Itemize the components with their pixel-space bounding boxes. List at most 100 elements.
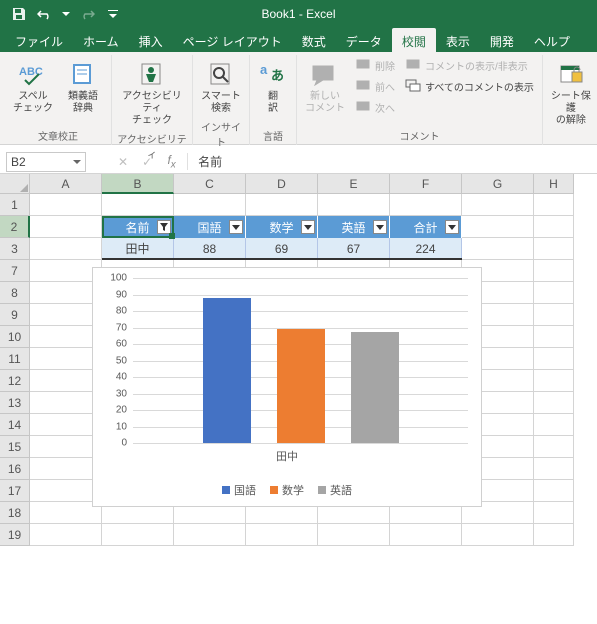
tab-pagelayout[interactable]: ページ レイアウト <box>173 28 292 52</box>
cell[interactable] <box>30 238 102 260</box>
tab-home[interactable]: ホーム <box>73 28 129 52</box>
row-header[interactable]: 7 <box>0 260 30 282</box>
col-header-a[interactable]: A <box>30 174 102 194</box>
row-header[interactable]: 8 <box>0 282 30 304</box>
cell[interactable] <box>174 524 246 546</box>
cell[interactable] <box>534 216 574 238</box>
filter-dropdown-icon[interactable] <box>373 220 387 234</box>
cell[interactable] <box>534 502 574 524</box>
unprotect-sheet-button[interactable]: シート保護 の解除 <box>547 55 595 129</box>
name-box[interactable]: B2 <box>6 152 86 172</box>
tab-view[interactable]: 表示 <box>436 28 480 52</box>
cell[interactable] <box>534 458 574 480</box>
tab-review[interactable]: 校閲 <box>392 28 436 52</box>
tab-insert[interactable]: 挿入 <box>129 28 173 52</box>
row-header[interactable]: 3 <box>0 238 30 260</box>
smart-lookup-button[interactable]: スマート 検索 <box>197 55 245 117</box>
filter-dropdown-icon[interactable] <box>229 220 243 234</box>
cell[interactable] <box>534 194 574 216</box>
tab-formulas[interactable]: 数式 <box>292 28 336 52</box>
cell[interactable] <box>534 370 574 392</box>
filter-icon[interactable] <box>157 220 171 234</box>
tab-help[interactable]: ヘルプ <box>524 28 580 52</box>
row-header[interactable]: 11 <box>0 348 30 370</box>
row-header[interactable]: 14 <box>0 414 30 436</box>
cell[interactable] <box>30 524 102 546</box>
cell[interactable] <box>534 524 574 546</box>
row-header[interactable]: 2 <box>0 216 30 238</box>
table-header[interactable]: 名前 <box>102 216 174 238</box>
tab-data[interactable]: データ <box>336 28 392 52</box>
row-header[interactable]: 16 <box>0 458 30 480</box>
col-header-g[interactable]: G <box>462 174 534 194</box>
undo-icon[interactable] <box>36 5 54 23</box>
row-header[interactable]: 9 <box>0 304 30 326</box>
qat-customize-icon[interactable] <box>104 5 122 23</box>
formula-input[interactable]: 名前 <box>188 153 597 170</box>
col-header-f[interactable]: F <box>390 174 462 194</box>
show-all-comments-button[interactable]: すべてのコメントの表示 <box>401 76 538 96</box>
accessibility-button[interactable]: アクセシビリティ チェック <box>116 55 188 129</box>
cell[interactable] <box>534 238 574 260</box>
cell[interactable] <box>390 524 462 546</box>
cell[interactable] <box>390 194 462 216</box>
table-header[interactable]: 数学 <box>246 216 318 238</box>
cell[interactable] <box>462 194 534 216</box>
cell[interactable] <box>246 194 318 216</box>
col-header-h[interactable]: H <box>534 174 574 194</box>
undo-dropdown-icon[interactable] <box>62 5 70 23</box>
legend-item: 国語 <box>222 482 256 498</box>
namebox-dropdown-icon[interactable] <box>73 158 81 166</box>
cell[interactable] <box>102 524 174 546</box>
cell[interactable] <box>462 524 534 546</box>
col-header-c[interactable]: C <box>174 174 246 194</box>
table-row[interactable]: 田中 88 69 67 224 <box>102 238 462 260</box>
tab-developer[interactable]: 開発 <box>480 28 524 52</box>
cell[interactable] <box>462 238 534 260</box>
embedded-chart[interactable]: 0102030405060708090100 田中 国語数学英語 <box>92 267 482 507</box>
filter-dropdown-icon[interactable] <box>445 220 459 234</box>
row-header[interactable]: 1 <box>0 194 30 216</box>
row-header[interactable]: 18 <box>0 502 30 524</box>
row-header[interactable]: 15 <box>0 436 30 458</box>
select-all-triangle[interactable] <box>0 174 30 194</box>
filter-dropdown-icon[interactable] <box>301 220 315 234</box>
table-header[interactable]: 国語 <box>174 216 246 238</box>
prev-comment-icon <box>355 78 371 94</box>
cell[interactable] <box>318 524 390 546</box>
worksheet-grid[interactable]: A B C D E F G H 123789101112131415161718… <box>0 174 597 546</box>
translate-button[interactable]: aあ 翻 訳 <box>254 55 292 117</box>
row-header[interactable]: 19 <box>0 524 30 546</box>
cell[interactable] <box>534 326 574 348</box>
cell[interactable] <box>534 260 574 282</box>
cell[interactable] <box>534 414 574 436</box>
cell[interactable] <box>534 436 574 458</box>
delete-comment-button: 削除 <box>351 55 399 75</box>
cell[interactable] <box>462 216 534 238</box>
thesaurus-button[interactable]: 類義語 辞典 <box>59 55 107 117</box>
row-header[interactable]: 12 <box>0 370 30 392</box>
cell[interactable] <box>534 304 574 326</box>
save-icon[interactable] <box>10 5 28 23</box>
row-header[interactable]: 17 <box>0 480 30 502</box>
cell[interactable] <box>534 282 574 304</box>
row-header[interactable]: 13 <box>0 392 30 414</box>
cell[interactable] <box>102 194 174 216</box>
fx-icon[interactable]: fx <box>164 153 188 170</box>
cell[interactable] <box>318 194 390 216</box>
spellcheck-button[interactable]: ABC スペル チェック <box>9 55 57 117</box>
cell[interactable] <box>534 348 574 370</box>
cell[interactable] <box>534 480 574 502</box>
cell[interactable] <box>534 392 574 414</box>
col-header-d[interactable]: D <box>246 174 318 194</box>
cell[interactable] <box>30 194 102 216</box>
tab-file[interactable]: ファイル <box>5 28 73 52</box>
table-header[interactable]: 合計 <box>390 216 462 238</box>
cell[interactable] <box>30 216 102 238</box>
cell[interactable] <box>246 524 318 546</box>
row-header[interactable]: 10 <box>0 326 30 348</box>
col-header-e[interactable]: E <box>318 174 390 194</box>
col-header-b[interactable]: B <box>102 174 174 194</box>
table-header[interactable]: 英語 <box>318 216 390 238</box>
cell[interactable] <box>174 194 246 216</box>
